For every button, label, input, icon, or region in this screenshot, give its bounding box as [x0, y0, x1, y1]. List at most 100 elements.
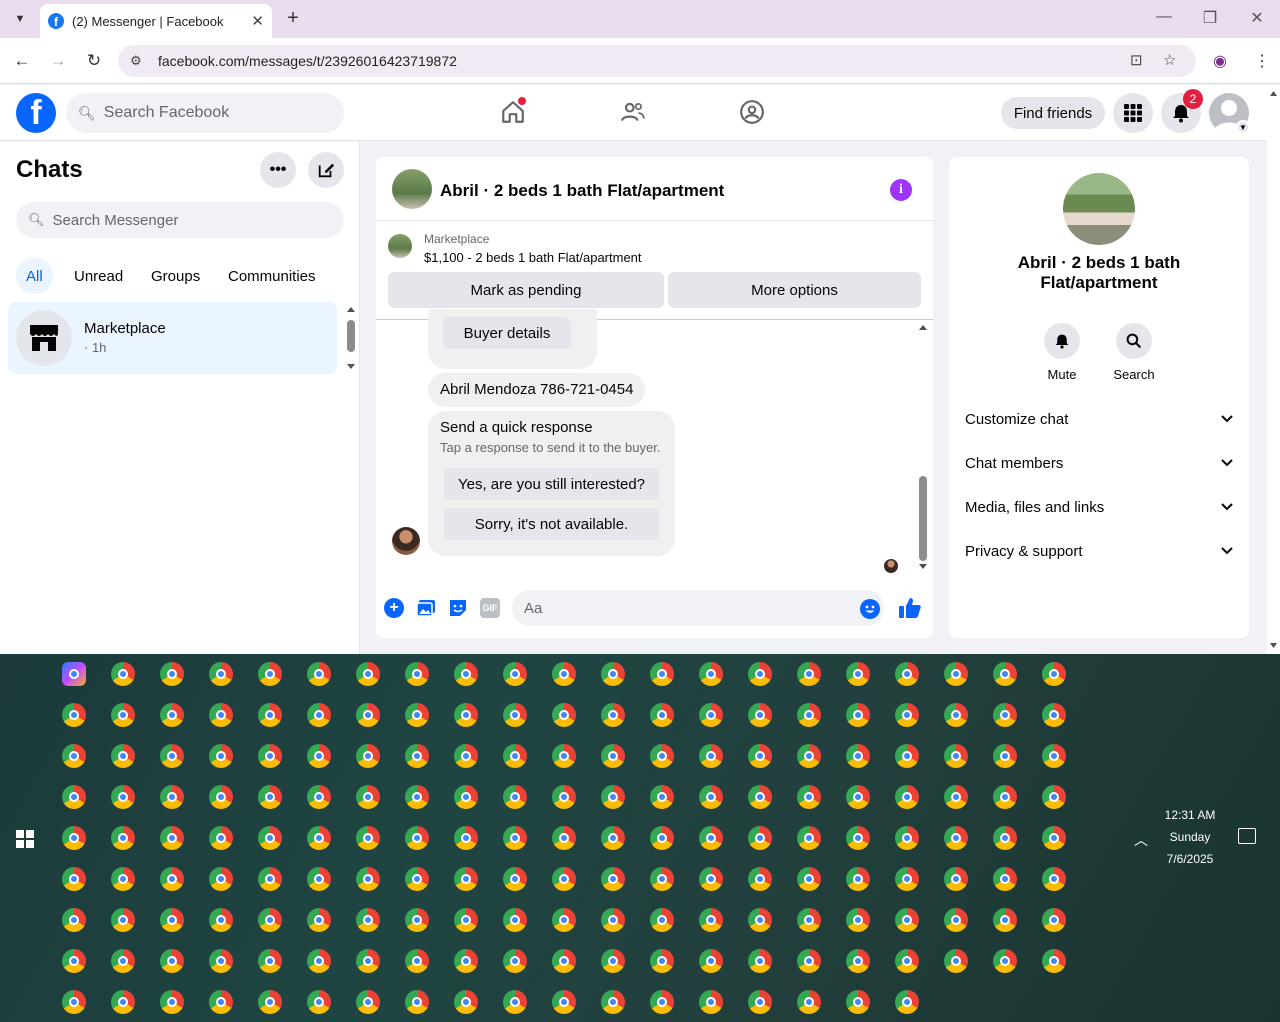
chrome-app-icon[interactable] — [846, 662, 870, 686]
chrome-app-icon[interactable] — [62, 785, 86, 809]
tab-close-icon[interactable]: ✕ — [251, 12, 264, 30]
filter-groups[interactable]: Groups — [141, 258, 210, 294]
chrome-app-icon[interactable] — [258, 703, 282, 727]
quick-response-button[interactable]: Sorry, it's not available. — [444, 508, 659, 540]
chrome-app-icon[interactable] — [503, 908, 527, 932]
chrome-app-icon[interactable] — [699, 703, 723, 727]
chrome-app-icon[interactable] — [62, 826, 86, 850]
chrome-app-icon[interactable] — [944, 744, 968, 768]
new-tab-icon[interactable]: + — [282, 7, 304, 29]
chrome-app-icon[interactable] — [307, 785, 331, 809]
chrome-app-icon[interactable] — [552, 744, 576, 768]
chrome-app-icon[interactable] — [62, 867, 86, 891]
bookmark-star-icon[interactable]: ☆ — [1163, 51, 1176, 69]
chrome-app-icon[interactable] — [748, 867, 772, 891]
chrome-app-icon[interactable] — [552, 703, 576, 727]
chrome-app-icon[interactable] — [944, 703, 968, 727]
chrome-app-icon[interactable] — [1042, 867, 1066, 891]
chrome-app-icon[interactable] — [454, 990, 478, 1014]
chrome-app-icon[interactable] — [748, 990, 772, 1014]
chrome-app-icon[interactable] — [846, 990, 870, 1014]
chrome-app-icon[interactable] — [552, 908, 576, 932]
minimize-icon[interactable]: — — [1152, 8, 1176, 26]
listing-thumbnail[interactable] — [388, 234, 412, 258]
chrome-app-icon[interactable] — [454, 703, 478, 727]
thread-avatar[interactable] — [392, 169, 432, 209]
chrome-app-icon[interactable] — [895, 785, 919, 809]
chrome-app-icon[interactable] — [307, 826, 331, 850]
chrome-app-icon[interactable] — [1042, 785, 1066, 809]
chrome-app-icon[interactable] — [895, 703, 919, 727]
chrome-app-icon[interactable] — [748, 662, 772, 686]
chrome-app-icon[interactable] — [846, 744, 870, 768]
customize-chat-section[interactable]: Customize chat — [965, 403, 1233, 435]
chrome-app-icon[interactable] — [160, 826, 184, 850]
chrome-app-icon[interactable] — [944, 826, 968, 850]
chrome-app-icon[interactable] — [1042, 662, 1066, 686]
sticker-icon[interactable] — [448, 598, 468, 618]
chrome-app-icon[interactable] — [503, 662, 527, 686]
more-options-button[interactable]: More options — [668, 272, 921, 308]
chrome-app-icon[interactable] — [797, 949, 821, 973]
chrome-app-icon[interactable] — [160, 867, 184, 891]
chrome-app-icon[interactable] — [356, 785, 380, 809]
install-app-icon[interactable]: ⊡ — [1130, 51, 1143, 69]
facebook-search-input[interactable]: 🔍︎ Search Facebook — [66, 93, 344, 133]
chrome-app-icon[interactable] — [552, 990, 576, 1014]
photo-icon[interactable] — [416, 598, 436, 618]
chrome-app-icon[interactable] — [258, 867, 282, 891]
chrome-app-icon[interactable] — [846, 785, 870, 809]
chrome-app-icon[interactable] — [699, 826, 723, 850]
profile-icon[interactable]: ◉ — [1213, 51, 1227, 71]
chrome-app-icon[interactable] — [160, 703, 184, 727]
chrome-app-icon[interactable] — [405, 990, 429, 1014]
filter-communities[interactable]: Communities — [218, 258, 326, 294]
chrome-app-icon[interactable] — [797, 703, 821, 727]
chrome-app-icon[interactable] — [748, 949, 772, 973]
scrollbar-thumb[interactable] — [919, 476, 927, 561]
chrome-app-icon[interactable] — [62, 990, 86, 1014]
chrome-app-icon[interactable] — [601, 785, 625, 809]
chrome-app-icon[interactable] — [307, 703, 331, 727]
chrome-app-icon[interactable] — [62, 908, 86, 932]
chevron-up-icon[interactable]: ︿ — [1134, 830, 1148, 850]
filter-all[interactable]: All — [16, 258, 53, 294]
chrome-app-icon[interactable] — [454, 908, 478, 932]
chrome-app-icon[interactable] — [993, 908, 1017, 932]
chrome-app-icon[interactable] — [650, 867, 674, 891]
chrome-app-icon[interactable] — [503, 867, 527, 891]
copilot-app-icon[interactable] — [62, 662, 86, 686]
chrome-app-icon[interactable] — [846, 826, 870, 850]
chrome-app-icon[interactable] — [650, 703, 674, 727]
emoji-icon[interactable] — [860, 599, 880, 619]
restore-icon[interactable]: ❐ — [1198, 8, 1222, 28]
plus-icon[interactable]: + — [384, 598, 404, 618]
windows-start-icon[interactable] — [16, 830, 34, 848]
buyer-details-button[interactable]: Buyer details — [443, 317, 571, 349]
chrome-app-icon[interactable] — [307, 990, 331, 1014]
chrome-app-icon[interactable] — [552, 867, 576, 891]
chrome-app-icon[interactable] — [650, 949, 674, 973]
chrome-app-icon[interactable] — [895, 949, 919, 973]
chrome-app-icon[interactable] — [944, 949, 968, 973]
chrome-app-icon[interactable] — [503, 785, 527, 809]
mark-as-pending-button[interactable]: Mark as pending — [388, 272, 664, 308]
page-scrollbar[interactable] — [1267, 85, 1280, 654]
chrome-app-icon[interactable] — [258, 990, 282, 1014]
chrome-app-icon[interactable] — [111, 826, 135, 850]
groups-icon[interactable] — [737, 97, 767, 127]
chrome-app-icon[interactable] — [601, 867, 625, 891]
tab-search-icon[interactable]: ▼ — [6, 6, 34, 32]
quick-response-button[interactable]: Yes, are you still interested? — [444, 468, 659, 500]
chrome-app-icon[interactable] — [650, 990, 674, 1014]
chrome-app-icon[interactable] — [650, 908, 674, 932]
clock-time[interactable]: 12:31 AM — [1150, 808, 1230, 822]
messenger-search-input[interactable]: 🔍︎ Search Messenger — [16, 202, 344, 238]
chrome-app-icon[interactable] — [258, 785, 282, 809]
close-window-icon[interactable]: ✕ — [1245, 8, 1269, 28]
chrome-app-icon[interactable] — [454, 867, 478, 891]
chrome-app-icon[interactable] — [601, 990, 625, 1014]
chrome-app-icon[interactable] — [748, 703, 772, 727]
chrome-app-icon[interactable] — [699, 744, 723, 768]
chrome-app-icon[interactable] — [160, 949, 184, 973]
